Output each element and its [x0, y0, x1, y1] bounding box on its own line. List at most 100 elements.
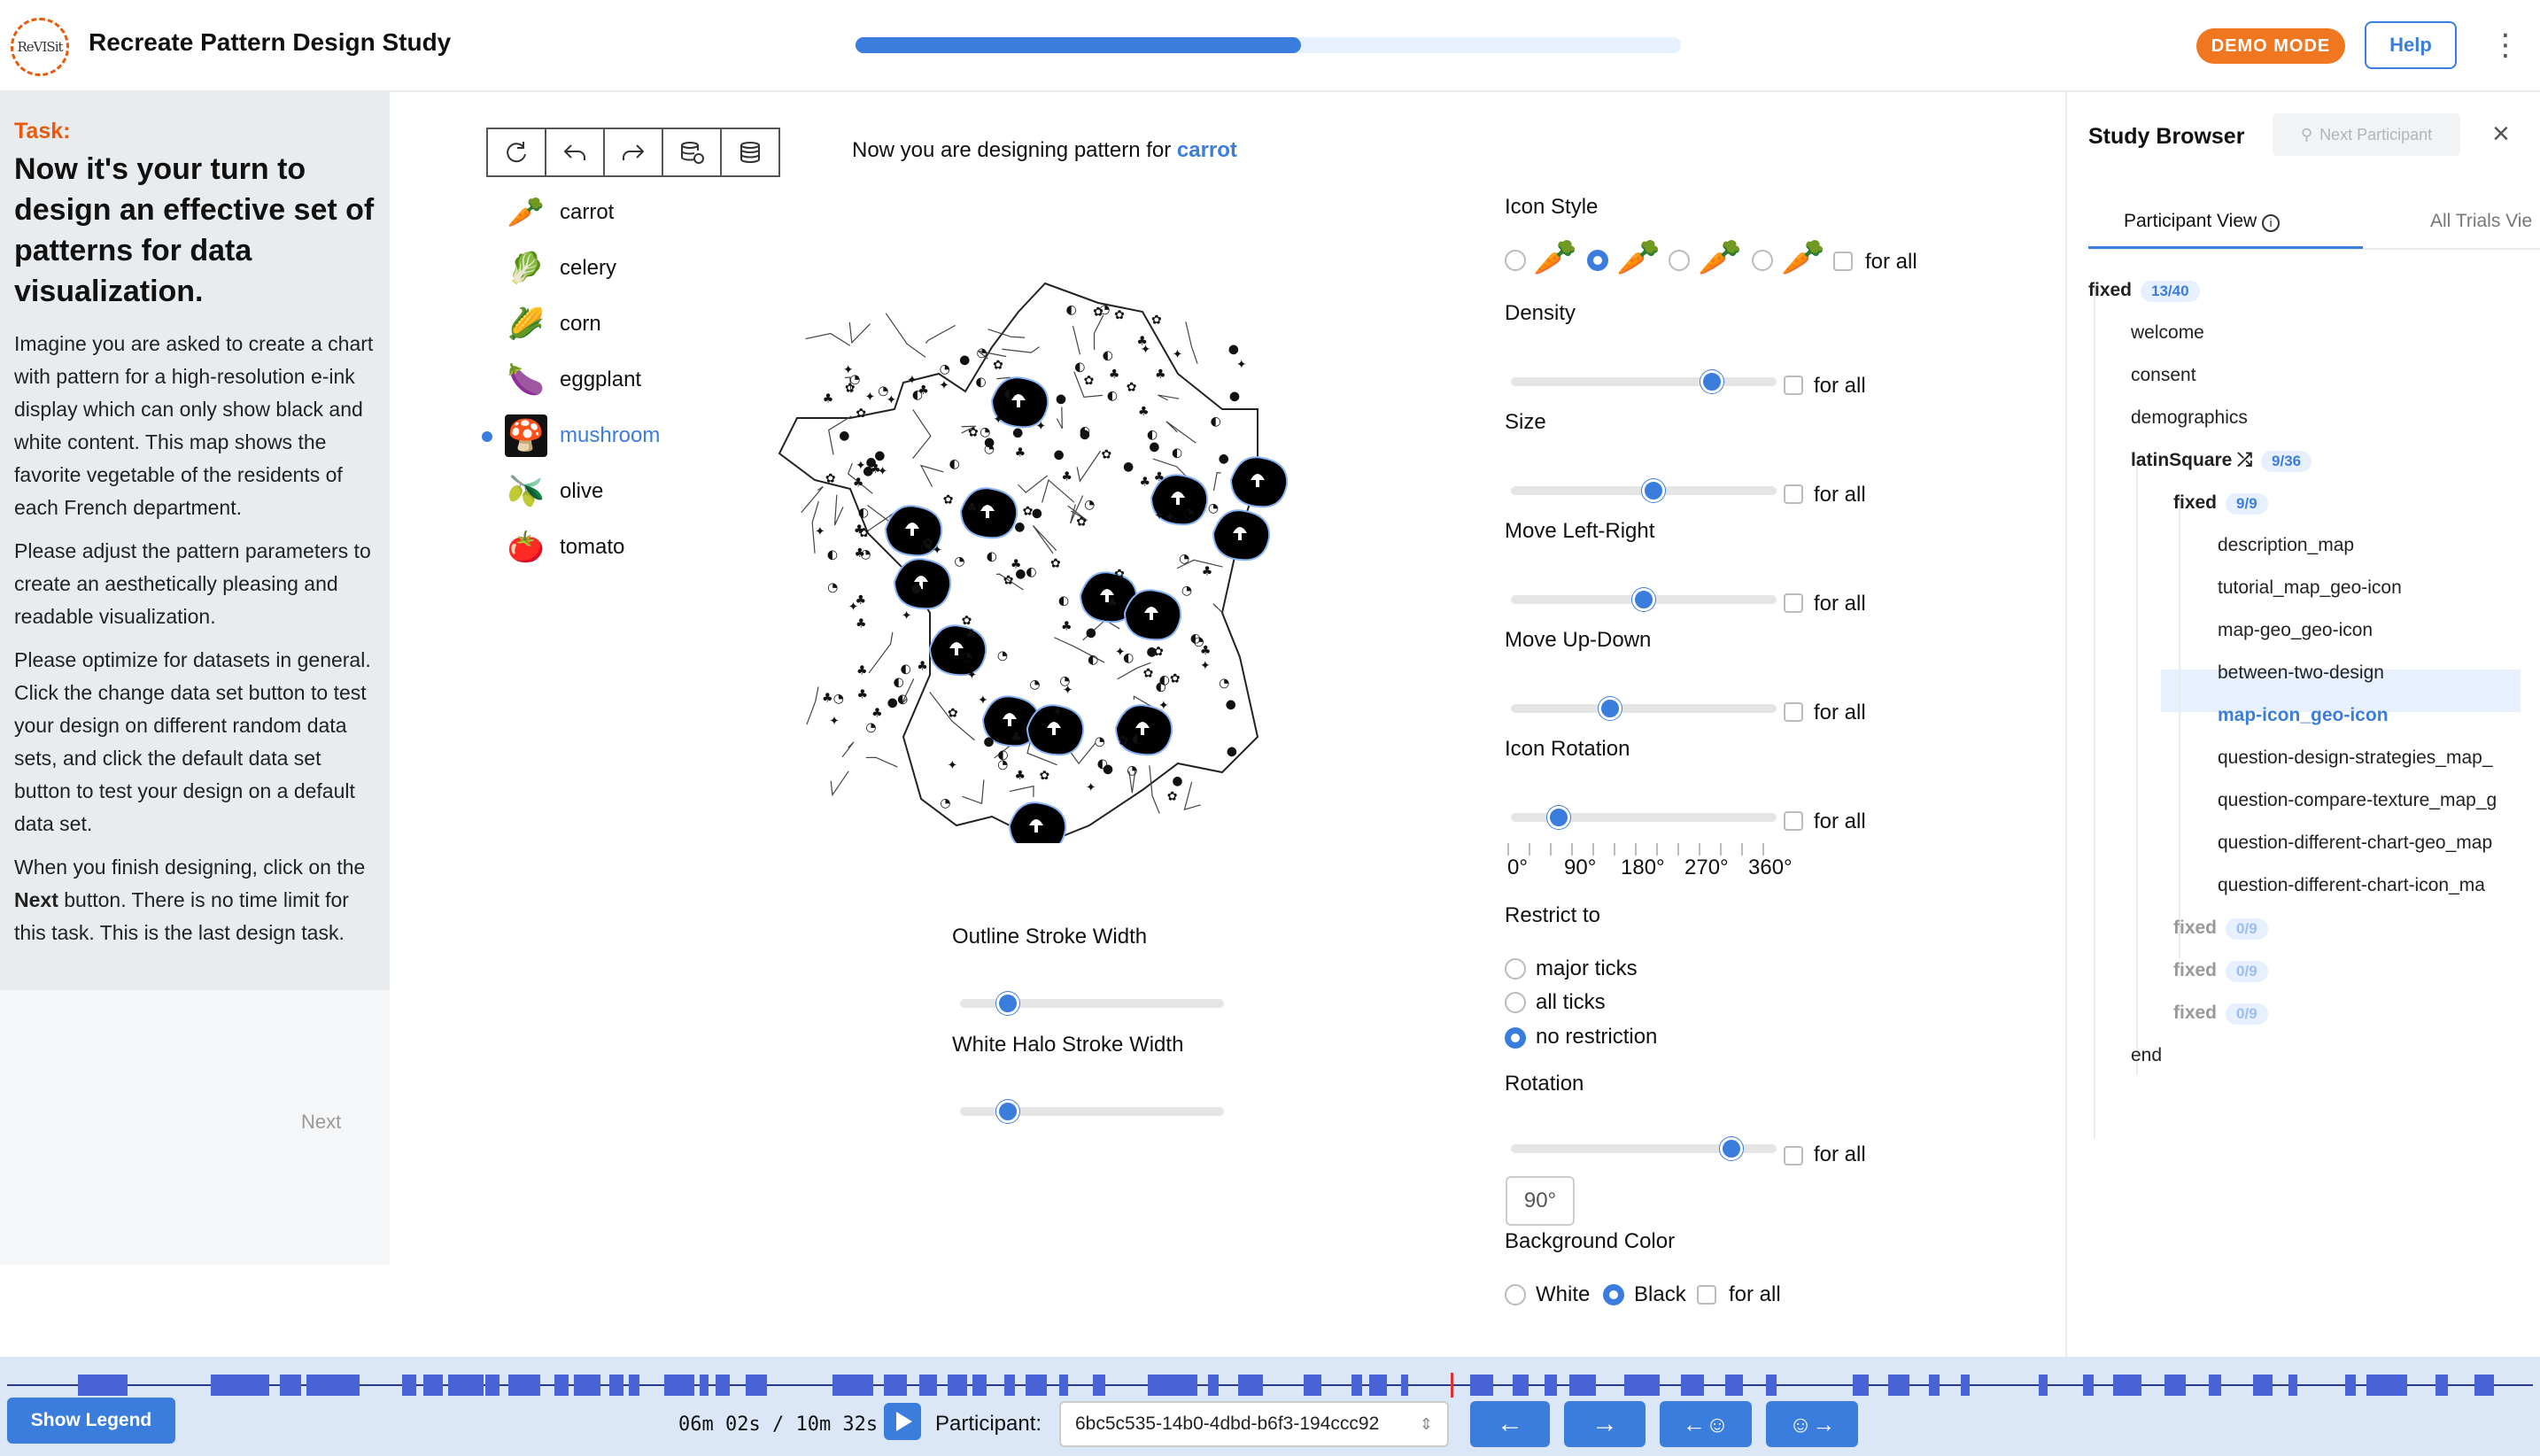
vegetable-item-eggplant[interactable]: 🍆 eggplant	[484, 352, 660, 407]
tree-item-trial-9[interactable]: question-different-chart-icon_ma	[2218, 875, 2485, 896]
tree-item-end[interactable]: end	[2131, 1045, 2162, 1066]
shuffle-icon: ⤮	[2232, 450, 2253, 470]
bg-white-radio[interactable]	[1505, 1284, 1526, 1305]
vegetable-item-tomato[interactable]: 🍅 tomato	[484, 519, 660, 575]
tree-item-fixed-2[interactable]: fixed 0/9	[2173, 918, 2268, 940]
reset-button[interactable]	[486, 128, 546, 177]
vegetable-item-celery[interactable]: 🥬 celery	[484, 240, 660, 296]
restrict-all-radio[interactable]	[1505, 992, 1526, 1013]
next-button[interactable]: Next	[301, 1111, 341, 1134]
vegetable-item-carrot[interactable]: 🥕 carrot	[484, 184, 660, 240]
tree-item-trial-7[interactable]: question-compare-texture_map_g	[2218, 790, 2497, 811]
logo-text: ReVISit	[17, 39, 63, 55]
tree-item-trial-4[interactable]: between-two-design	[2218, 662, 2384, 684]
tree-item-trial-6[interactable]: question-design-strategies_map_	[2218, 747, 2493, 769]
slider-knob[interactable]	[1632, 588, 1655, 611]
play-button[interactable]	[884, 1403, 921, 1440]
vegetable-item-mushroom[interactable]: 🍄 mushroom	[482, 407, 660, 463]
for-all-label: for all	[1814, 1142, 1866, 1166]
tab-participant-view[interactable]: Participant View i	[2124, 211, 2281, 232]
tab-all-trials[interactable]: All Trials Vie	[2430, 211, 2532, 232]
tree-item-trial-8[interactable]: question-different-chart-geo_map	[2218, 833, 2492, 854]
move-up-down-slider[interactable]	[1511, 697, 1777, 720]
move-left-right-for-all-checkbox[interactable]	[1784, 593, 1803, 613]
density-for-all-checkbox[interactable]	[1784, 376, 1803, 395]
help-button[interactable]: Help	[2365, 21, 2457, 69]
progress-badge: 9/36	[2261, 451, 2312, 472]
next-participant-nav-button[interactable]: ☺→	[1766, 1401, 1858, 1447]
change-dataset-button[interactable]	[662, 128, 722, 177]
rotation-slider[interactable]	[1511, 1137, 1777, 1160]
outline-stroke-slider[interactable]	[960, 992, 1224, 1015]
tree-item-fixed-inner[interactable]: fixed 9/9	[2173, 492, 2268, 515]
rotation-for-all-checkbox[interactable]	[1784, 1146, 1803, 1166]
prev-trial-button[interactable]: ←	[1470, 1401, 1550, 1447]
next-trial-button[interactable]: →	[1564, 1401, 1646, 1447]
show-legend-button[interactable]: Show Legend	[7, 1398, 175, 1444]
timeline-segment	[1351, 1375, 1362, 1396]
restrict-none-radio[interactable]	[1505, 1027, 1526, 1049]
move-left-right-slider[interactable]	[1511, 588, 1777, 611]
vegetable-pattern-icon: ✦	[907, 374, 918, 388]
slider-knob[interactable]	[1700, 370, 1723, 393]
progress-badge: 9/9	[2226, 493, 2268, 515]
vegetable-pattern-icon: ♣	[1061, 619, 1073, 633]
redo-button[interactable]	[603, 128, 663, 177]
slider-knob[interactable]	[1547, 806, 1571, 829]
bg-for-all-checkbox[interactable]	[1697, 1285, 1716, 1305]
participant-timeline[interactable]	[7, 1373, 2533, 1398]
size-slider[interactable]	[1511, 479, 1777, 502]
icon-style-for-all-checkbox[interactable]	[1833, 252, 1853, 271]
move-up-down-for-all-checkbox[interactable]	[1784, 702, 1803, 722]
icon-style-label: Icon Style	[1505, 195, 1599, 219]
icon-rotation-slider[interactable]	[1511, 806, 1777, 829]
next-participant-button[interactable]: ⚲ Next Participant	[2273, 113, 2460, 156]
size-for-all-checkbox[interactable]	[1784, 484, 1803, 504]
tree-item-fixed[interactable]: fixed 13/40	[2088, 280, 2200, 302]
carrot-filled-icon: 🥕	[1616, 237, 1661, 277]
icon-style-radio-3[interactable]	[1669, 250, 1690, 271]
density-slider[interactable]	[1511, 370, 1777, 393]
slider-knob[interactable]	[1719, 1137, 1743, 1160]
close-icon[interactable]: ×	[2492, 117, 2510, 151]
undo-button[interactable]	[545, 128, 605, 177]
slider-knob[interactable]	[995, 992, 1019, 1015]
tree-item-trial-3[interactable]: map-geo_geo-icon	[2218, 620, 2373, 641]
vegetable-pattern-icon: ✿	[1143, 666, 1154, 680]
tree-item-trial-5[interactable]: map-icon_geo-icon	[2218, 705, 2389, 726]
slider-knob[interactable]	[995, 1100, 1019, 1123]
tree-item-welcome[interactable]: welcome	[2131, 322, 2204, 344]
header: ReVISit Recreate Pattern Design Study DE…	[0, 0, 2540, 92]
tree-item-consent[interactable]: consent	[2131, 365, 2196, 386]
vegetable-pattern-icon: ♣	[1061, 469, 1073, 484]
icon-style-radio-4[interactable]	[1752, 250, 1773, 271]
rotation-value-input[interactable]: 90°	[1506, 1176, 1575, 1226]
tree-item-fixed-3[interactable]: fixed 0/9	[2173, 960, 2268, 982]
design-toolbar	[486, 128, 780, 177]
timeline-segment	[2435, 1375, 2448, 1396]
restrict-major-radio[interactable]	[1505, 958, 1526, 980]
icon-rotation-for-all-checkbox[interactable]	[1784, 811, 1803, 831]
bg-black-radio[interactable]	[1603, 1284, 1624, 1305]
tree-item-latin-square[interactable]: latinSquare ⤮ 9/36	[2131, 450, 2312, 472]
tree-label: between-two-design	[2218, 662, 2384, 683]
redo-icon	[623, 144, 645, 160]
tree-item-trial-2[interactable]: tutorial_map_geo-icon	[2218, 577, 2402, 599]
tree-item-fixed-4[interactable]: fixed 0/9	[2173, 1003, 2268, 1025]
halo-stroke-slider[interactable]	[960, 1100, 1224, 1123]
icon-style-radio-1[interactable]	[1505, 250, 1526, 271]
vegetable-item-corn[interactable]: 🌽 corn	[484, 296, 660, 352]
selected-dot	[482, 431, 492, 442]
prev-participant-button[interactable]: ←☺	[1660, 1401, 1752, 1447]
slider-knob[interactable]	[1598, 697, 1622, 720]
vegetable-item-olive[interactable]: 🫒 olive	[484, 463, 660, 519]
timeline-cursor[interactable]	[1451, 1373, 1453, 1398]
participant-select[interactable]: 6bc5c535-14b0-4dbd-b6f3-194ccc92 ⇕	[1059, 1401, 1449, 1447]
department-border	[801, 485, 824, 514]
default-dataset-button[interactable]	[720, 128, 780, 177]
slider-knob[interactable]	[1641, 479, 1665, 502]
icon-style-radio-2[interactable]	[1587, 250, 1608, 271]
tree-item-demographics[interactable]: demographics	[2131, 407, 2248, 429]
kebab-icon[interactable]: ⋮	[2490, 30, 2521, 60]
tree-item-trial-1[interactable]: description_map	[2218, 535, 2354, 556]
